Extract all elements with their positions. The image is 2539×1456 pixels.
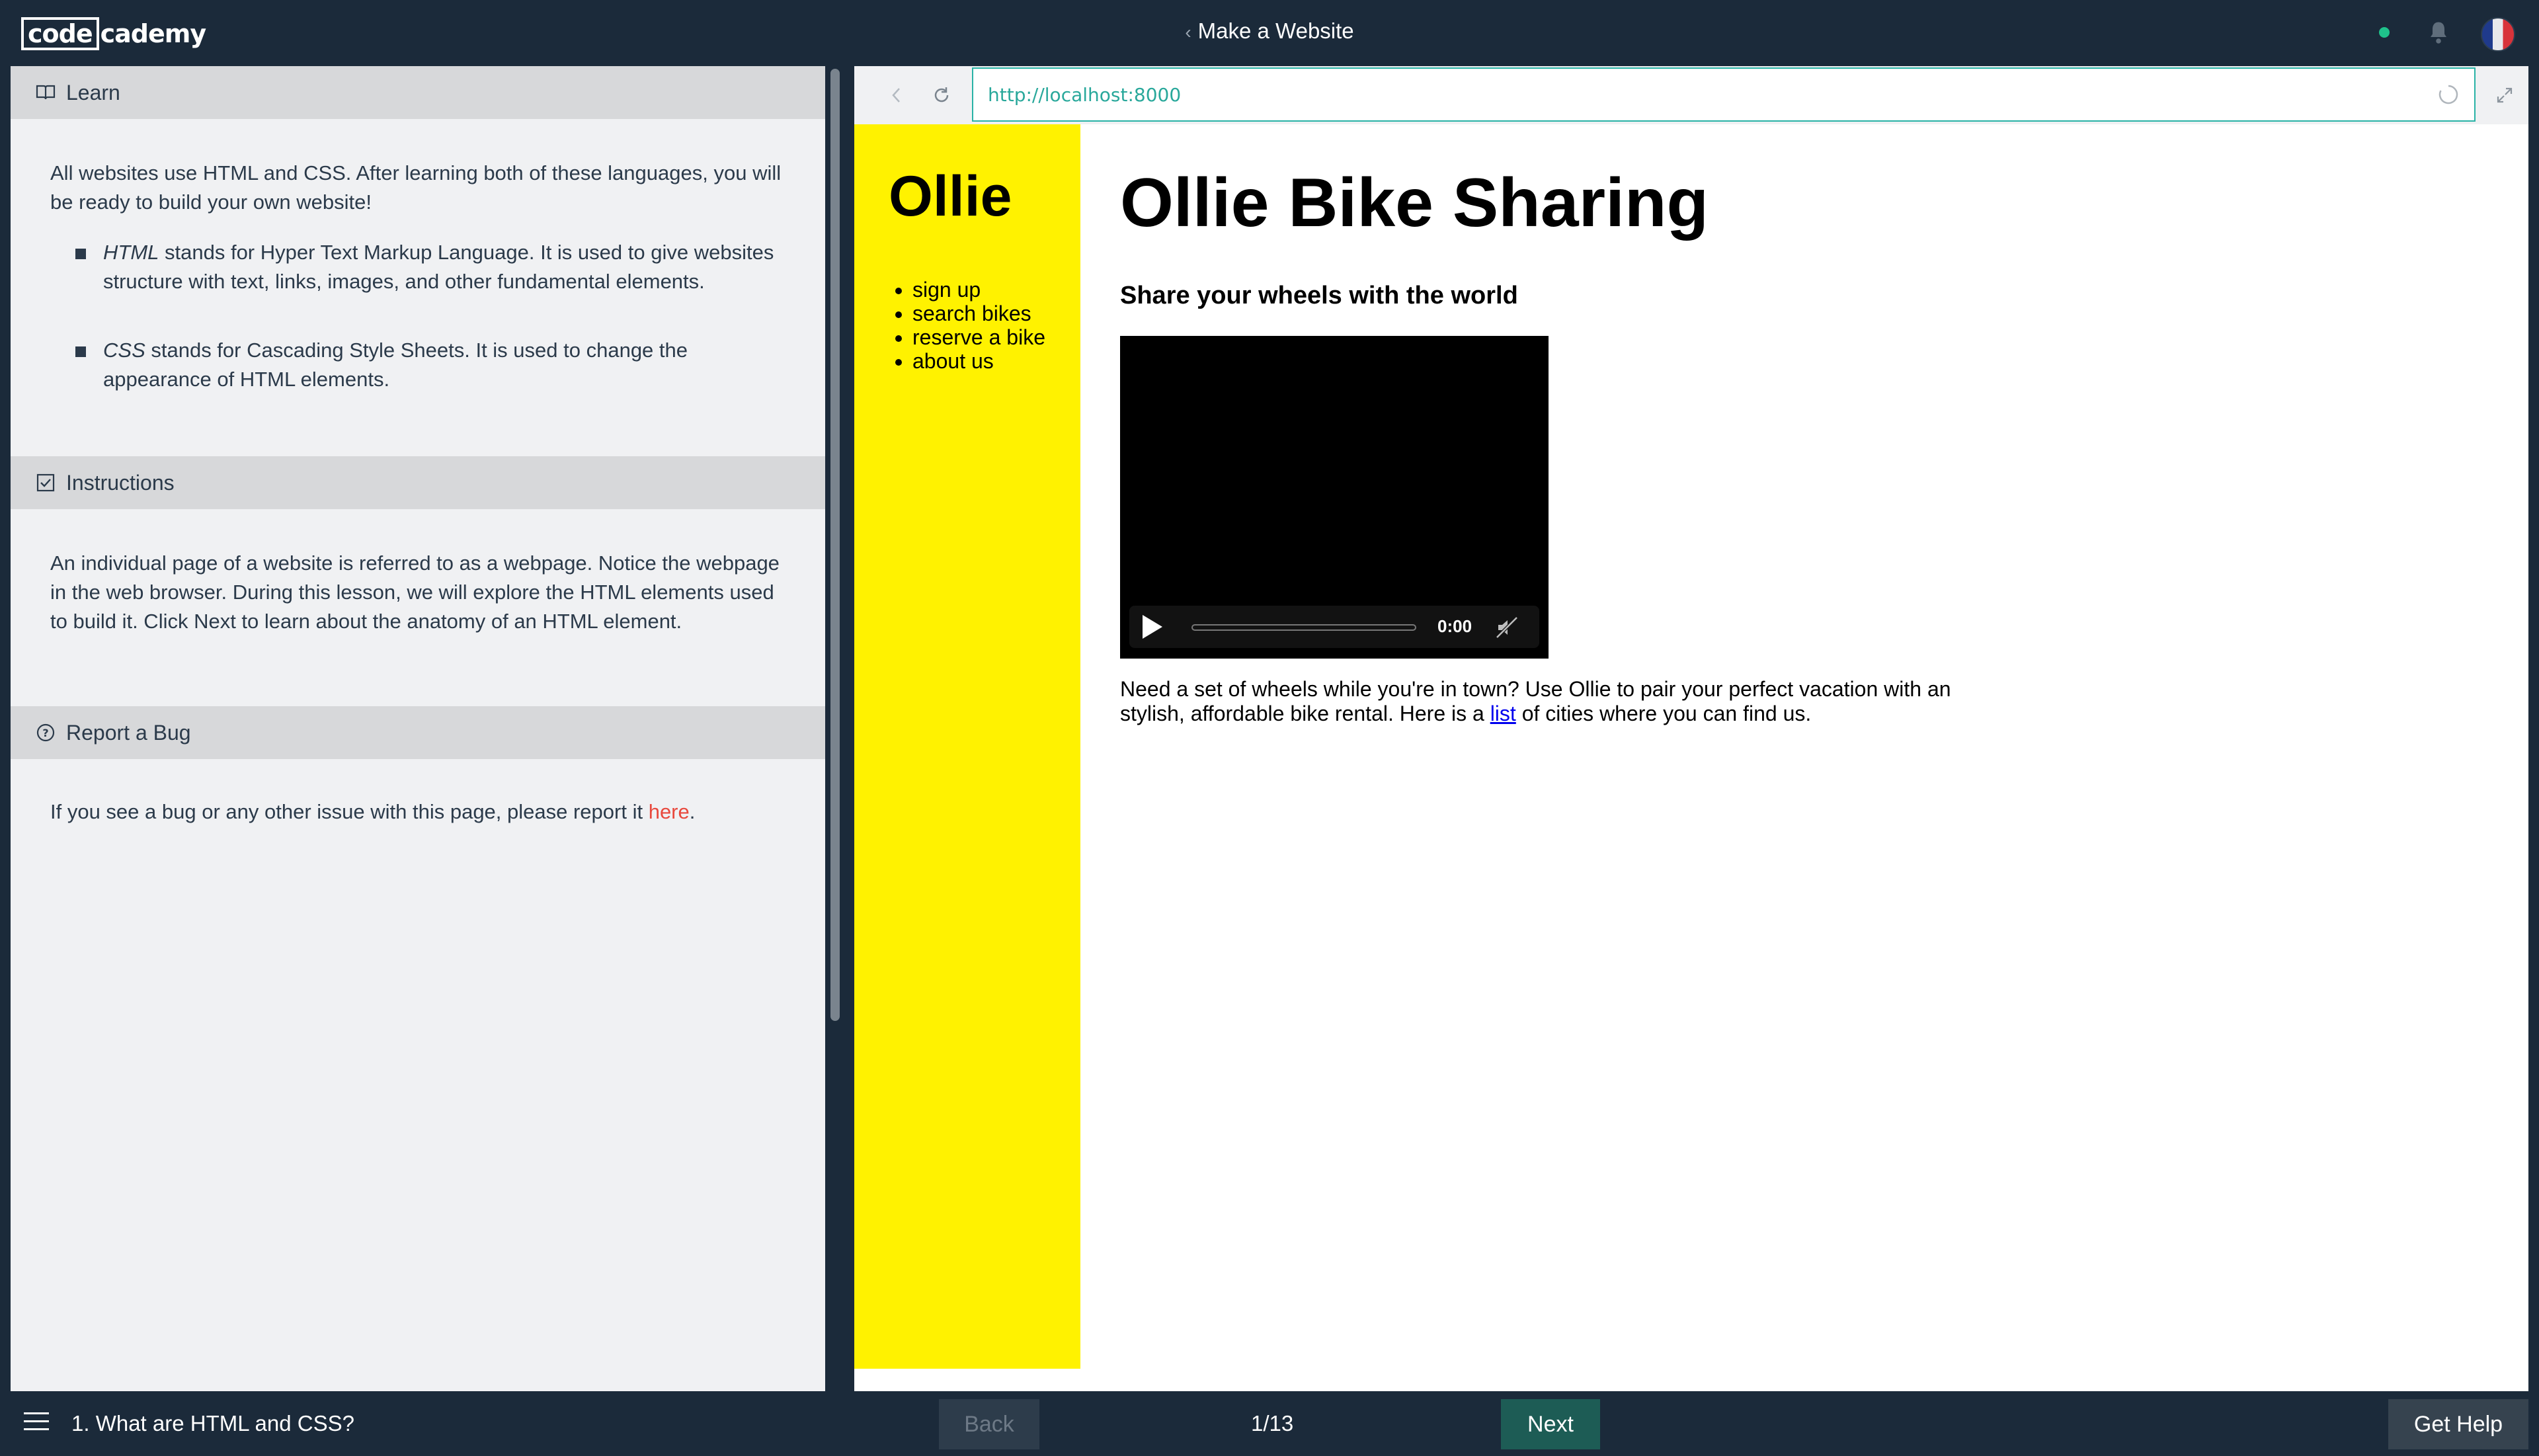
- learn-header[interactable]: Learn: [11, 66, 825, 119]
- nav-sign-up[interactable]: sign up: [912, 278, 1091, 302]
- book-icon: [34, 81, 57, 104]
- page-body-text: Need a set of wheels while you're in tow…: [1120, 677, 1986, 726]
- lesson-scrollbar-thumb[interactable]: [830, 69, 840, 1021]
- site-nav: sign up search bikes reserve a bike abou…: [893, 278, 1091, 373]
- top-bar: code cademy ‹ Make a Website: [0, 0, 2539, 66]
- next-button[interactable]: Next: [1501, 1399, 1600, 1449]
- browser-back-button[interactable]: [882, 81, 911, 110]
- project-title[interactable]: ‹ Make a Website: [0, 19, 2539, 44]
- chevron-left-icon: ‹: [1185, 22, 1191, 42]
- video-controls: 0:00: [1129, 606, 1539, 648]
- play-icon[interactable]: [1143, 615, 1162, 639]
- instructions-header-label: Instructions: [66, 470, 175, 495]
- bullet-css: CSS stands for Cascading Style Sheets. I…: [66, 336, 784, 394]
- back-button[interactable]: Back: [939, 1399, 1039, 1449]
- video-player[interactable]: 0:00: [1120, 336, 1549, 659]
- report-bug-text-before: If you see a bug or any other issue with…: [50, 800, 649, 823]
- webpage-preview: Ollie sign up search bikes reserve a bik…: [854, 124, 2528, 1374]
- report-bug-header-label: Report a Bug: [66, 720, 191, 745]
- browser-panel: Ollie sign up search bikes reserve a bik…: [854, 66, 2528, 1391]
- video-seek-bar[interactable]: [1191, 624, 1416, 631]
- menu-icon[interactable]: [24, 1412, 49, 1432]
- expand-button[interactable]: [2490, 81, 2519, 110]
- lesson-panel: Learn All websites use HTML and CSS. Aft…: [11, 66, 825, 1391]
- report-bug-link[interactable]: here: [649, 800, 690, 823]
- report-bug-header[interactable]: ? Report a Bug: [11, 706, 825, 759]
- expand-icon: [2497, 87, 2513, 103]
- mute-icon[interactable]: [1494, 615, 1519, 640]
- term-css: CSS: [103, 339, 145, 362]
- bullet-marker: [75, 346, 86, 357]
- get-help-button[interactable]: Get Help: [2388, 1399, 2528, 1449]
- url-input[interactable]: [988, 69, 2376, 120]
- lesson-progress: 1/13: [1251, 1411, 1294, 1436]
- bell-icon[interactable]: [2427, 20, 2450, 46]
- learn-header-label: Learn: [66, 80, 120, 104]
- chevron-left-icon: [892, 88, 900, 102]
- bottom-bar: 1. What are HTML and CSS? Back 1/13 Next…: [0, 1391, 2539, 1456]
- site-logo: Ollie: [889, 165, 1012, 228]
- learn-intro: All websites use HTML and CSS. After lea…: [50, 161, 782, 214]
- instructions-header[interactable]: Instructions: [11, 456, 825, 509]
- body-text-after: of cities where you can find us.: [1515, 702, 1812, 725]
- term-html: HTML: [103, 241, 159, 264]
- report-bug-text: If you see a bug or any other issue with…: [50, 797, 784, 827]
- nav-search-bikes[interactable]: search bikes: [912, 302, 1091, 325]
- instructions-text: An individual page of a website is refer…: [50, 551, 780, 633]
- bullet-marker: [75, 249, 86, 259]
- help-circle-icon: ?: [34, 721, 57, 744]
- cities-list-link[interactable]: list: [1490, 702, 1516, 725]
- loading-spinner-icon: [2438, 85, 2458, 104]
- svg-text:?: ?: [42, 727, 48, 739]
- term-css-desc: stands for Cascading Style Sheets. It is…: [103, 339, 688, 391]
- browser-refresh-button[interactable]: [927, 81, 956, 110]
- page-title: Ollie Bike Sharing: [1120, 165, 1709, 241]
- address-bar: [854, 66, 2528, 124]
- term-html-desc: stands for Hyper Text Markup Language. I…: [103, 241, 774, 293]
- page-sidebar: Ollie sign up search bikes reserve a bik…: [854, 124, 1080, 1369]
- project-title-text: Make a Website: [1197, 19, 1354, 43]
- url-box[interactable]: [972, 67, 2476, 122]
- video-time: 0:00: [1437, 616, 1472, 636]
- nav-about-us[interactable]: about us: [912, 349, 1091, 373]
- bullet-html: HTML stands for Hyper Text Markup Langua…: [66, 238, 784, 296]
- lesson-scrollbar[interactable]: [828, 66, 842, 1391]
- avatar[interactable]: [2481, 17, 2515, 52]
- page-tagline: Share your wheels with the world: [1120, 282, 1518, 309]
- report-bug-text-after: .: [689, 800, 696, 823]
- checkbox-icon: [34, 471, 57, 494]
- refresh-icon: [934, 87, 949, 102]
- lesson-title[interactable]: 1. What are HTML and CSS?: [71, 1411, 354, 1436]
- status-dot: [2379, 27, 2390, 38]
- nav-reserve-bike[interactable]: reserve a bike: [912, 325, 1091, 349]
